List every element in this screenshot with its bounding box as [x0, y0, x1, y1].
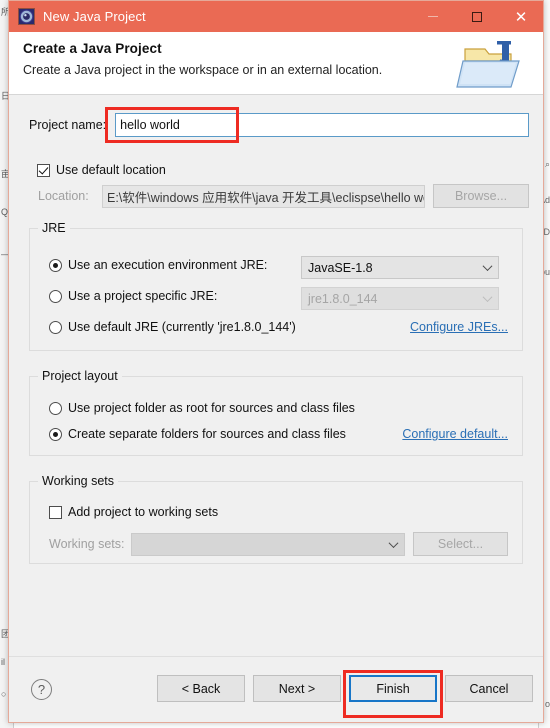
- project-specific-jre-combo-value: jre1.8.0_144: [308, 291, 378, 306]
- use-default-location-label: Use default location: [56, 163, 166, 177]
- location-label: Location:: [38, 189, 89, 203]
- window-controls: ✕: [411, 1, 543, 32]
- configure-jres-link[interactable]: Configure JREs...: [410, 320, 508, 334]
- java-folder-wizard-icon: [455, 35, 533, 92]
- chevron-down-icon: [388, 537, 399, 548]
- project-folder-as-root-label: Use project folder as root for sources a…: [68, 401, 355, 415]
- use-execution-environment-jre-row[interactable]: Use an execution environment JRE:: [49, 258, 267, 272]
- minimize-icon: [428, 16, 438, 17]
- working-sets-label: Working sets:: [49, 537, 125, 551]
- working-sets-combo: [131, 532, 405, 556]
- next-button[interactable]: Next >: [253, 675, 341, 702]
- project-folder-as-root-row[interactable]: Use project folder as root for sources a…: [49, 401, 355, 415]
- use-project-specific-jre-radio[interactable]: [49, 289, 62, 303]
- use-default-jre-label: Use default JRE (currently 'jre1.8.0_144…: [68, 320, 296, 334]
- add-project-to-working-sets-checkbox[interactable]: [49, 505, 62, 519]
- maximize-button[interactable]: [455, 1, 499, 32]
- cancel-button[interactable]: Cancel: [445, 675, 533, 702]
- use-project-specific-jre-label: Use a project specific JRE:: [68, 289, 218, 303]
- finish-button[interactable]: Finish: [349, 675, 437, 702]
- back-button[interactable]: < Back: [157, 675, 245, 702]
- use-default-jre-radio[interactable]: [49, 320, 62, 334]
- project-name-row: Project name: hello world: [29, 112, 529, 138]
- location-row: Location: E:\软件\windows 应用软件\java 开发工具\e…: [38, 184, 543, 208]
- jre-group-legend: JRE: [38, 221, 70, 235]
- jre-group: JRE Use an execution environment JRE: Ja…: [29, 221, 523, 351]
- minimize-button[interactable]: [411, 1, 455, 32]
- bg-glyph: D: [543, 227, 550, 237]
- project-layout-group-legend: Project layout: [38, 369, 122, 383]
- separate-folders-row[interactable]: Create separate folders for sources and …: [49, 427, 346, 441]
- help-icon[interactable]: ?: [31, 679, 52, 700]
- add-project-to-working-sets-row[interactable]: Add project to working sets: [49, 505, 218, 519]
- dialog-footer: ? < Back Next > Finish Cancel: [9, 656, 543, 722]
- use-default-jre-row[interactable]: Use default JRE (currently 'jre1.8.0_144…: [49, 320, 296, 334]
- java-project-icon: [18, 8, 35, 25]
- location-input: E:\软件\windows 应用软件\java 开发工具\eclispse\he…: [102, 184, 425, 208]
- dialog-title: New Java Project: [43, 9, 146, 24]
- close-icon: ✕: [514, 8, 528, 26]
- new-java-project-dialog: New Java Project ✕ Create a Java Project…: [8, 0, 544, 723]
- project-specific-jre-combo: jre1.8.0_144: [301, 287, 499, 310]
- execution-environment-combo-value: JavaSE-1.8: [308, 260, 373, 275]
- working-sets-group: Working sets Add project to working sets…: [29, 474, 523, 564]
- dialog-titlebar[interactable]: New Java Project ✕: [9, 1, 543, 32]
- maximize-icon: [472, 11, 482, 22]
- project-name-label: Project name:: [29, 118, 107, 132]
- working-sets-group-legend: Working sets: [38, 474, 119, 488]
- separate-folders-label: Create separate folders for sources and …: [68, 427, 346, 441]
- bg-glyph: o: [544, 699, 550, 709]
- chevron-down-icon: [482, 292, 493, 303]
- project-layout-group: Project layout Use project folder as roo…: [29, 369, 523, 456]
- add-project-to-working-sets-label: Add project to working sets: [68, 505, 219, 519]
- use-execution-environment-jre-radio[interactable]: [49, 258, 62, 272]
- project-folder-as-root-radio[interactable]: [49, 401, 62, 415]
- close-button[interactable]: ✕: [499, 1, 543, 32]
- bg-glyph: ○: [1, 689, 7, 699]
- browse-button: Browse...: [433, 184, 529, 208]
- execution-environment-combo[interactable]: JavaSE-1.8: [301, 256, 499, 279]
- bg-glyph: ⌕: [544, 159, 550, 169]
- bg-glyph: Q: [1, 207, 9, 217]
- configure-default-link[interactable]: Configure default...: [402, 427, 508, 441]
- use-default-location-row[interactable]: Use default location: [37, 163, 166, 177]
- chevron-down-icon: [482, 261, 493, 272]
- dialog-body: Project name: hello world Use default lo…: [9, 95, 543, 687]
- select-working-sets-button: Select...: [413, 532, 508, 556]
- bg-glyph: il: [1, 657, 5, 667]
- use-project-specific-jre-row[interactable]: Use a project specific JRE:: [49, 289, 217, 303]
- separate-folders-radio[interactable]: [49, 427, 62, 441]
- use-default-location-checkbox[interactable]: [37, 163, 50, 177]
- wizard-header: Create a Java Project Create a Java proj…: [9, 32, 543, 95]
- use-execution-environment-jre-label: Use an execution environment JRE:: [68, 258, 268, 272]
- project-name-input[interactable]: hello world: [115, 113, 529, 137]
- working-sets-row: Working sets: Select...: [49, 532, 508, 556]
